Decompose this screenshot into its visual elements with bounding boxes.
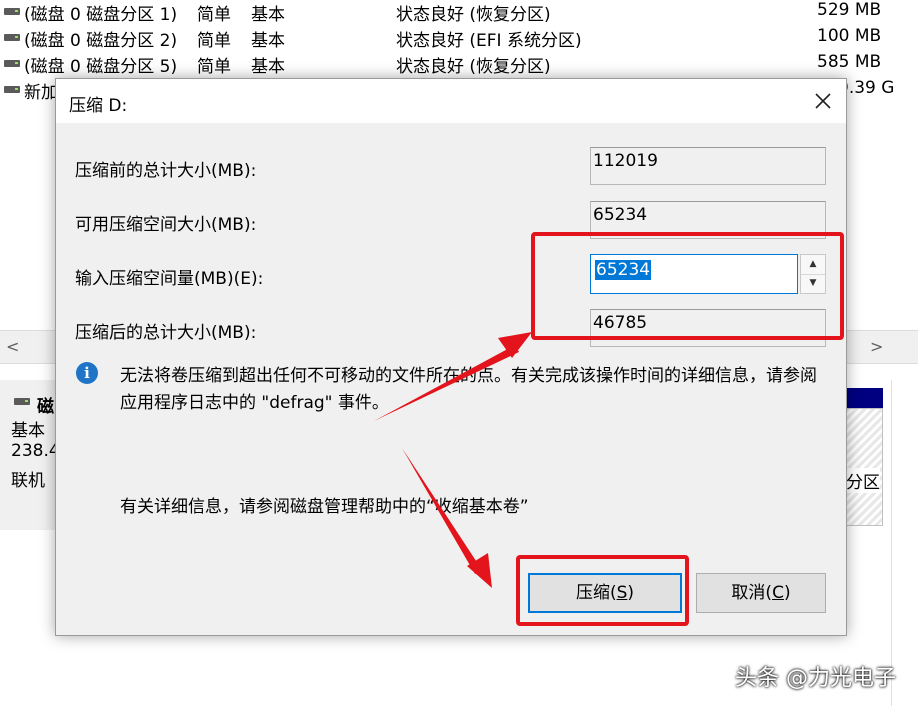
- highlight-box-input: [531, 232, 844, 340]
- partition-block[interactable]: [845, 408, 883, 526]
- volume-name: 新加: [24, 83, 58, 103]
- highlight-box-shrink: [516, 555, 689, 626]
- total-before-value: 112019: [590, 147, 826, 185]
- volume-type: 基本: [251, 31, 285, 51]
- volume-layout: 简单: [197, 57, 231, 77]
- watermark: 头条 @力光电子: [735, 666, 896, 691]
- dialog-title: 压缩 D:: [69, 96, 128, 116]
- pane-divider: [891, 380, 892, 706]
- scroll-right-icon[interactable]: >: [870, 337, 883, 356]
- volume-row[interactable]: (磁盘 0 磁盘分区 2) 简单 基本 状态良好 (EFI 系统分区) 100 …: [0, 26, 918, 52]
- close-icon: [815, 93, 831, 109]
- volume-name: (磁盘 0 磁盘分区 2): [24, 31, 178, 51]
- partition-header-bar: [845, 388, 883, 408]
- disk-type: 基本: [11, 421, 45, 441]
- info-icon: i: [76, 362, 98, 384]
- disk-name: 磁: [37, 397, 54, 417]
- help-reference-text: 有关详细信息，请参阅磁盘管理帮助中的“收缩基本卷”: [120, 497, 529, 517]
- available-space-label: 可用压缩空间大小(MB):: [75, 215, 257, 235]
- volume-layout: 简单: [197, 31, 231, 51]
- volume-type: 基本: [251, 5, 285, 25]
- cancel-button-label: 取消(: [731, 583, 773, 603]
- disk-size: 238.4: [11, 441, 60, 461]
- cancel-button[interactable]: 取消(C): [696, 573, 826, 613]
- volume-capacity: 529 MB: [817, 0, 882, 20]
- volume-row[interactable]: (磁盘 0 磁盘分区 5) 简单 基本 状态良好 (恢复分区) 585 MB: [0, 52, 918, 78]
- volume-type: 基本: [251, 57, 285, 77]
- drive-icon: [4, 34, 20, 41]
- cancel-button-accesskey: C: [772, 583, 784, 603]
- volume-status: 状态良好 (恢复分区): [396, 57, 551, 77]
- volume-layout: 简单: [197, 5, 231, 25]
- volume-name: (磁盘 0 磁盘分区 5): [24, 57, 178, 77]
- volume-status: 状态良好 (恢复分区): [396, 5, 551, 25]
- total-before-label: 压缩前的总计大小(MB):: [75, 161, 257, 181]
- dialog-titlebar[interactable]: 压缩 D:: [56, 79, 846, 123]
- volume-name: (磁盘 0 磁盘分区 1): [24, 5, 178, 25]
- info-message: 无法将卷压缩到超出任何不可移动的文件所在的点。有关完成该操作时间的详细信息，请参…: [120, 366, 817, 413]
- total-after-label: 压缩后的总计大小(MB):: [75, 323, 257, 343]
- cancel-button-label-end: ): [783, 583, 791, 603]
- drive-icon: [4, 60, 20, 67]
- close-button[interactable]: [810, 88, 836, 114]
- shrink-dialog: 压缩 D: 压缩前的总计大小(MB): 112019 可用压缩空间大小(MB):…: [55, 78, 847, 636]
- volume-status: 状态良好 (EFI 系统分区): [396, 31, 582, 51]
- partition-label: 分区: [846, 468, 880, 493]
- drive-icon: [4, 86, 20, 93]
- disk-icon: [14, 398, 30, 405]
- volume-row[interactable]: (磁盘 0 磁盘分区 1) 简单 基本 状态良好 (恢复分区) 529 MB: [0, 0, 918, 26]
- disk-status: 联机: [11, 471, 45, 491]
- scroll-left-icon[interactable]: <: [6, 337, 19, 356]
- volume-capacity: 100 MB: [817, 26, 882, 46]
- drive-icon: [4, 8, 20, 15]
- shrink-amount-label: 输入压缩空间量(MB)(E):: [75, 269, 264, 289]
- volume-capacity: 585 MB: [817, 52, 882, 72]
